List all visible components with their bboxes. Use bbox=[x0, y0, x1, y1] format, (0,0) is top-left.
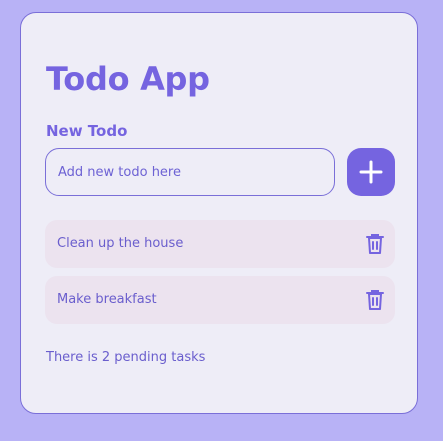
pending-tasks-text: There is 2 pending tasks bbox=[46, 350, 206, 365]
todo-item-text: Clean up the house bbox=[57, 236, 184, 251]
todo-card: Todo App New Todo Clean up the house Mak… bbox=[20, 12, 418, 414]
todo-item-text: Make breakfast bbox=[57, 292, 157, 307]
trash-icon bbox=[366, 234, 384, 254]
plus-icon bbox=[359, 160, 383, 184]
trash-icon bbox=[366, 290, 384, 310]
todo-item: Clean up the house bbox=[45, 220, 395, 268]
app-title: Todo App bbox=[46, 60, 210, 98]
new-todo-label: New Todo bbox=[46, 122, 128, 140]
delete-todo-button[interactable] bbox=[363, 288, 387, 312]
delete-todo-button[interactable] bbox=[363, 232, 387, 256]
add-todo-button[interactable] bbox=[347, 148, 395, 196]
new-todo-input[interactable] bbox=[45, 148, 335, 196]
todo-item: Make breakfast bbox=[45, 276, 395, 324]
